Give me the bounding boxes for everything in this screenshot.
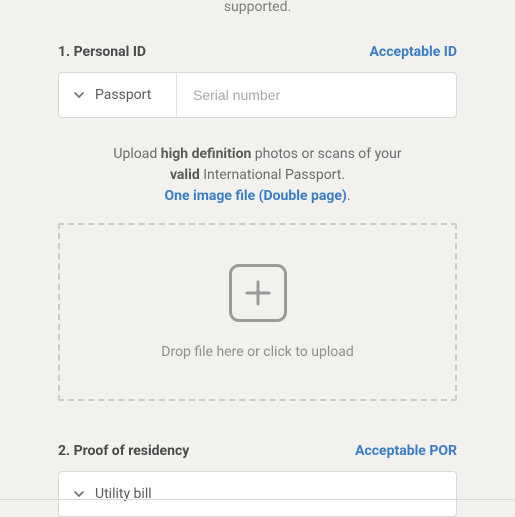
- section2-header: 2. Proof of residency Acceptable POR: [58, 443, 457, 459]
- clipped-text: supported.: [58, 0, 457, 14]
- doc-type-select[interactable]: Passport: [59, 73, 177, 117]
- upload-instructions: Upload high definition photos or scans o…: [58, 144, 457, 207]
- personal-id-input-row: Passport: [58, 72, 457, 118]
- chevron-down-icon: [73, 89, 85, 101]
- acceptable-por-link[interactable]: Acceptable POR: [355, 443, 457, 459]
- por-input-row: Utility bill: [58, 471, 457, 517]
- dropzone-text: Drop file here or click to upload: [161, 344, 353, 360]
- serial-number-input[interactable]: [177, 73, 456, 117]
- section1-header: 1. Personal ID Acceptable ID: [58, 44, 457, 60]
- acceptable-id-link[interactable]: Acceptable ID: [370, 44, 457, 60]
- plus-icon: [229, 264, 287, 322]
- image-file-link[interactable]: One image file (Double page): [164, 188, 346, 204]
- doc-type-label: Passport: [95, 87, 151, 103]
- upload-dropzone[interactable]: Drop file here or click to upload: [58, 223, 457, 401]
- por-type-select[interactable]: Utility bill: [59, 472, 456, 516]
- section2-title: 2. Proof of residency: [58, 443, 189, 459]
- divider: [0, 499, 515, 500]
- section1-title: 1. Personal ID: [58, 44, 146, 60]
